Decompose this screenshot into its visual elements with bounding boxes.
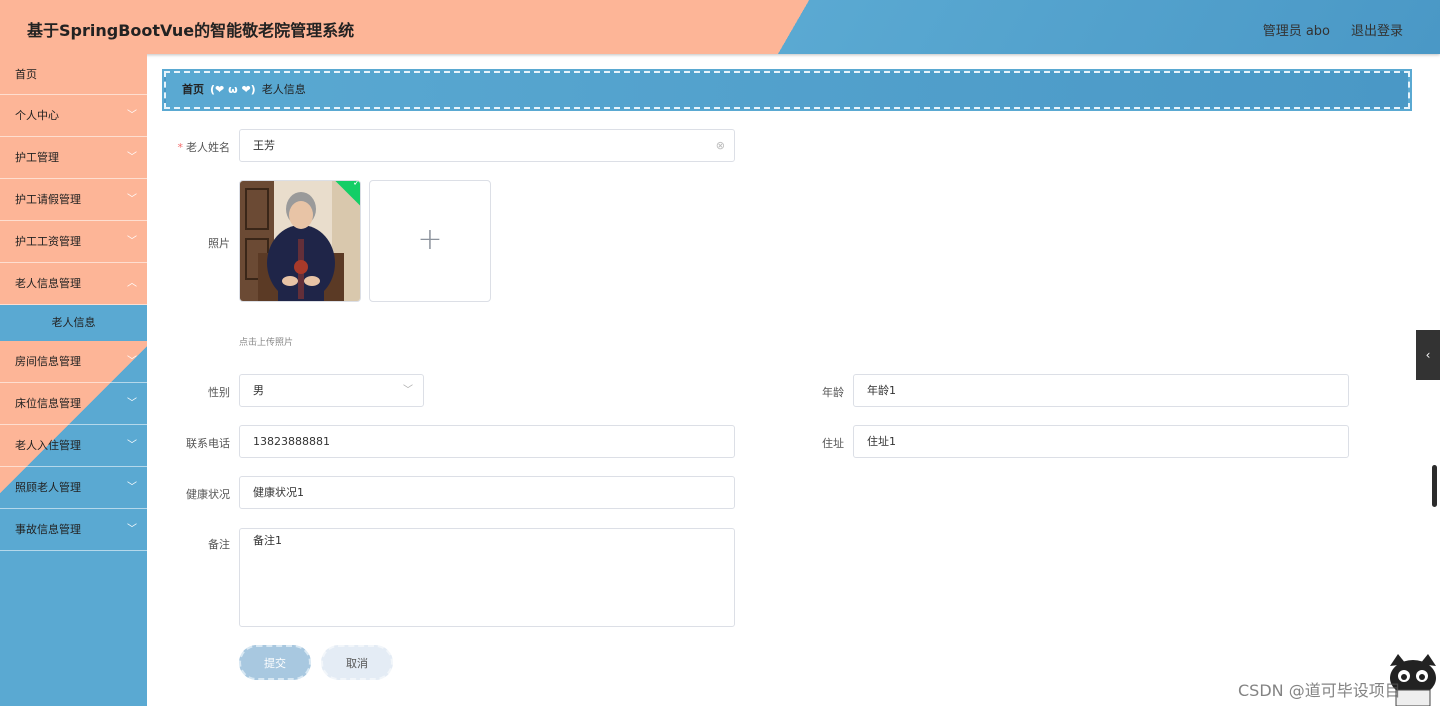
breadcrumb-current: 老人信息 (261, 83, 306, 96)
sidebar-item-label: 护工工资管理 (15, 235, 81, 248)
submit-button[interactable]: 提交 (239, 645, 311, 680)
sidebar-item-personal-center[interactable]: 个人中心 ﹀ (0, 95, 147, 137)
sidebar-item-checkin[interactable]: 老人入住管理 ﹀ (0, 425, 147, 467)
photo-upload-button[interactable]: + (369, 180, 491, 302)
address-label: 住址 (822, 437, 844, 450)
sidebar-item-caregiver[interactable]: 护工管理 ﹀ (0, 137, 147, 179)
chevron-down-icon: ﹀ (127, 356, 137, 367)
sidebar-item-bed-info[interactable]: 床位信息管理 ﹀ (0, 383, 147, 425)
current-user: 管理员 abo (1262, 24, 1330, 39)
sidebar-item-label: 护工请假管理 (15, 193, 81, 206)
sidebar-item-label: 护工管理 (15, 151, 59, 164)
name-input[interactable]: 王芳 ⊗ (239, 129, 735, 162)
sidebar-item-caregiver-leave[interactable]: 护工请假管理 ﹀ (0, 179, 147, 221)
upload-hint: 点击上传照片 (239, 338, 294, 348)
chevron-down-icon: ﹀ (127, 440, 137, 451)
chevron-down-icon: ﹀ (127, 482, 137, 493)
chevron-down-icon: ﹀ (127, 152, 137, 163)
name-label: * 老人姓名 (160, 139, 231, 155)
breadcrumb: 首页 (❤ ω ❤) 老人信息 (162, 69, 1412, 111)
sidebar-item-caregiver-salary[interactable]: 护工工资管理 ﹀ (0, 221, 147, 263)
gender-label: 性别 (208, 386, 230, 399)
top-header: 基于SpringBootVue的智能敬老院管理系统 管理员 abo 退出登录 (0, 0, 1440, 54)
csdn-watermark: CSDN @道可毕设项目 (1238, 681, 1401, 700)
sidebar: 首页 个人中心 ﹀ 护工管理 ﹀ 护工请假管理 ﹀ 护工工资管理 ﹀ 老人信息管理 ︿ 老… (0, 54, 147, 706)
sidebar-item-label: 床位信息管理 (15, 397, 81, 410)
sidebar-item-label: 老人入住管理 (15, 439, 81, 452)
breadcrumb-home[interactable]: 首页 (182, 83, 204, 96)
required-mark: * (177, 141, 184, 154)
sidebar-item-label: 房间信息管理 (15, 355, 81, 368)
chevron-up-icon: ︿ (127, 278, 137, 289)
name-label-text: 老人姓名 (186, 141, 230, 154)
main-content: 首页 (❤ ω ❤) 老人信息 * 老人姓名 王芳 ⊗ 照片 ✓ + 点击上传照片 (147, 54, 1417, 706)
breadcrumb-separator: (❤ ω ❤) (210, 83, 256, 96)
sidebar-subitem-elder-info[interactable]: 老人信息 (0, 305, 147, 341)
sidebar-item-label: 首页 (15, 68, 37, 81)
elder-photo-image (240, 181, 360, 301)
sidebar-item-accident[interactable]: 事故信息管理 ﹀ (0, 509, 147, 551)
gender-value: 男 (253, 384, 264, 397)
logout-link[interactable]: 退出登录 (1351, 20, 1403, 39)
health-label: 健康状况 (186, 488, 230, 501)
remark-value: 备注1 (253, 534, 282, 547)
phone-input[interactable]: 13823888881 (239, 425, 735, 458)
sidebar-item-home[interactable]: 首页 (0, 54, 147, 95)
app-title: 基于SpringBootVue的智能敬老院管理系统 (27, 21, 355, 40)
address-value: 住址1 (867, 435, 896, 448)
sidebar-item-label: 个人中心 (15, 109, 59, 122)
sidebar-item-care[interactable]: 照顾老人管理 ﹀ (0, 467, 147, 509)
sidebar-item-elder-info[interactable]: 老人信息管理 ︿ (0, 263, 147, 305)
age-value: 年龄1 (867, 384, 896, 397)
scrollbar[interactable] (1432, 465, 1437, 507)
sidebar-item-label: 照顾老人管理 (15, 481, 81, 494)
chevron-down-icon: ﹀ (127, 110, 137, 121)
check-icon: ✓ (352, 180, 361, 189)
sidebar-item-room-info[interactable]: 房间信息管理 ﹀ (0, 341, 147, 383)
plus-icon: + (417, 222, 443, 257)
sidebar-item-label: 事故信息管理 (15, 523, 81, 536)
age-input[interactable]: 年龄1 (853, 374, 1349, 407)
chevron-down-icon: ﹀ (127, 398, 137, 409)
health-input[interactable]: 健康状况1 (239, 476, 735, 509)
chevron-down-icon: ﹀ (127, 194, 137, 205)
remark-textarea[interactable]: 备注1 (239, 528, 735, 627)
phone-value: 13823888881 (253, 435, 330, 448)
chevron-down-icon: ﹀ (127, 236, 137, 247)
health-value: 健康状况1 (253, 486, 304, 499)
phone-label: 联系电话 (186, 437, 230, 450)
photo-label: 照片 (208, 237, 230, 250)
uploaded-photo[interactable]: ✓ (239, 180, 361, 302)
cancel-button[interactable]: 取消 (321, 645, 393, 680)
age-label: 年龄 (822, 386, 844, 399)
chevron-down-icon: ﹀ (403, 385, 413, 396)
chevron-left-icon[interactable]: ‹ (1416, 330, 1440, 380)
remark-label: 备注 (208, 538, 230, 551)
chevron-down-icon: ﹀ (127, 524, 137, 535)
address-input[interactable]: 住址1 (853, 425, 1349, 458)
name-value: 王芳 (253, 139, 275, 152)
sidebar-item-label: 老人信息管理 (15, 277, 81, 290)
gender-select[interactable]: 男 ﹀ (239, 374, 424, 407)
circle-x-icon[interactable]: ⊗ (716, 130, 725, 161)
